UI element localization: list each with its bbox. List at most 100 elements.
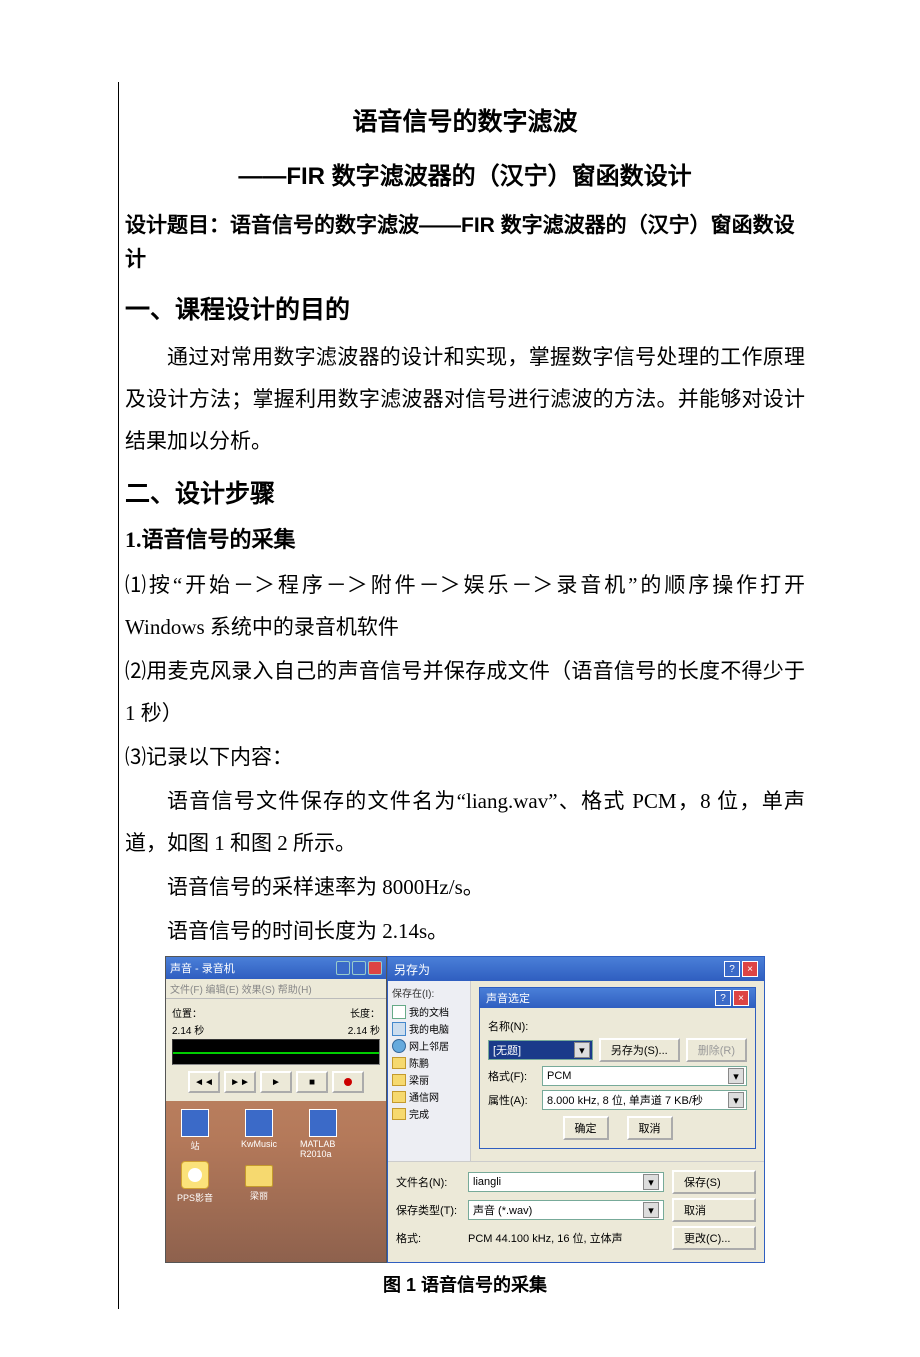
app-icon xyxy=(181,1109,209,1137)
place-label: 我的文档 xyxy=(409,1004,449,1019)
help-icon[interactable]: ? xyxy=(724,961,740,977)
attr-combo[interactable]: 8.000 kHz, 8 位, 单声道 7 KB/秒 ▾ xyxy=(542,1090,747,1110)
minimize-icon[interactable] xyxy=(336,961,350,975)
forward-button[interactable]: ►► xyxy=(224,1071,256,1093)
app-icon xyxy=(245,1109,273,1137)
recorder-window-buttons xyxy=(336,961,382,975)
place-my-computer[interactable]: 我的电脑 xyxy=(392,1021,466,1036)
sound-cancel-button[interactable]: 取消 xyxy=(627,1116,673,1140)
filetype-combo[interactable]: 声音 (*.wav) ▾ xyxy=(468,1200,664,1220)
desktop-icon-kwmusic[interactable]: KwMusic xyxy=(236,1109,282,1159)
recorder-position-value: 2.14 秒 xyxy=(172,1022,204,1037)
sound-select-dialog: 声音选定 ? × 名称(N): xyxy=(479,987,756,1149)
app-icon xyxy=(309,1109,337,1137)
format-label: 格式(F): xyxy=(488,1068,536,1084)
place-label: 通信网 xyxy=(409,1089,439,1104)
sound-delete-button[interactable]: 删除(R) xyxy=(686,1038,747,1062)
place-folder-3[interactable]: 通信网 xyxy=(392,1089,466,1104)
record-button[interactable] xyxy=(332,1071,364,1093)
recorder-body: 位置： 长度： 2.14 秒 2.14 秒 ◄◄ ►► ► ■ xyxy=(166,999,386,1101)
save-as-title-text: 另存为 xyxy=(394,961,430,978)
change-button[interactable]: 更改(C)... xyxy=(672,1226,756,1250)
folder-icon xyxy=(392,1074,406,1086)
save-button[interactable]: 保存(S) xyxy=(672,1170,756,1194)
save-as-main-area: 声音选定 ? × 名称(N): xyxy=(471,981,764,1161)
rewind-button[interactable]: ◄◄ xyxy=(188,1071,220,1093)
place-folder-4[interactable]: 完成 xyxy=(392,1106,466,1121)
maximize-icon[interactable] xyxy=(352,961,366,975)
folder-icon xyxy=(392,1108,406,1120)
section2-heading: 二、设计步骤 xyxy=(125,474,805,510)
format-value: PCM xyxy=(547,1070,571,1082)
save-as-dialog: 另存为 ? × 保存在(I): 我的文档 我的电脑 网上邻居 陈鹏 梁丽 通信网 xyxy=(387,956,765,1263)
desktop-icon-matlab[interactable]: MATLAB R2010a xyxy=(300,1109,346,1159)
figure-1-screenshot: 声音 - 录音机 文件(F) 编辑(E) 效果(S) 帮助(H) 位置： 长度： xyxy=(165,956,765,1263)
step-3: ⑶记录以下内容： xyxy=(125,736,805,778)
recorder-title-text: 声音 - 录音机 xyxy=(170,960,235,976)
save-as-bottom: 文件名(N): liangli ▾ 保存(S) 保存类型(T): 声音 (*.w… xyxy=(388,1161,764,1262)
folder-icon xyxy=(392,1091,406,1103)
format-row-label: 格式: xyxy=(396,1230,460,1246)
sound-select-titlebar: 声音选定 ? × xyxy=(480,988,755,1008)
icon-label: KwMusic xyxy=(241,1139,277,1149)
chevron-down-icon: ▾ xyxy=(728,1068,744,1084)
figure-1-caption: 图 1 语音信号的采集 xyxy=(125,1271,805,1297)
waveform-display xyxy=(172,1039,380,1065)
doc-title-line1: 语音信号的数字滤波 xyxy=(125,102,805,138)
place-folder-1[interactable]: 陈鹏 xyxy=(392,1055,466,1070)
chevron-down-icon: ▾ xyxy=(643,1202,659,1218)
record-line-3: 语音信号的时间长度为 2.14s。 xyxy=(125,910,805,952)
name-combo[interactable]: [无题] ▾ xyxy=(488,1040,593,1060)
computer-icon xyxy=(392,1022,406,1036)
name-value: [无题] xyxy=(493,1042,521,1058)
format-combo[interactable]: PCM ▾ xyxy=(542,1066,747,1086)
name-label: 名称(N): xyxy=(488,1018,536,1034)
place-label: 梁丽 xyxy=(409,1072,429,1087)
sound-select-title-text: 声音选定 xyxy=(486,990,530,1006)
close-icon[interactable]: × xyxy=(742,961,758,977)
network-icon xyxy=(392,1039,406,1053)
play-button[interactable]: ► xyxy=(260,1071,292,1093)
recorder-length-label: 长度： xyxy=(350,1005,380,1020)
cancel-button[interactable]: 取消 xyxy=(672,1198,756,1222)
format-row-value: PCM 44.100 kHz, 16 位, 立体声 xyxy=(468,1230,664,1246)
chevron-down-icon: ▾ xyxy=(728,1092,744,1108)
documents-icon xyxy=(392,1005,406,1019)
step-2: ⑵用麦克风录入自己的声音信号并保存成文件（语音信号的长度不得少于 1 秒） xyxy=(125,650,805,734)
place-label: 我的电脑 xyxy=(409,1021,449,1036)
document-page: 语音信号的数字滤波 ——FIR 数字滤波器的（汉宁）窗函数设计 设计题目：语音信… xyxy=(0,0,920,1357)
place-network[interactable]: 网上邻居 xyxy=(392,1038,466,1053)
recorder-titlebar: 声音 - 录音机 xyxy=(166,957,386,979)
sound-ok-button[interactable]: 确定 xyxy=(563,1116,609,1140)
folder-icon xyxy=(392,1057,406,1069)
icon-label: 梁丽 xyxy=(250,1189,268,1202)
icon-label: PPS影音 xyxy=(177,1191,213,1204)
desktop-panel: 声音 - 录音机 文件(F) 编辑(E) 效果(S) 帮助(H) 位置： 长度： xyxy=(165,956,387,1263)
recorder-transport-buttons: ◄◄ ►► ► ■ xyxy=(172,1071,380,1093)
filetype-label: 保存类型(T): xyxy=(396,1202,460,1218)
step-1: ⑴按“开始－＞程序－＞附件－＞娱乐－＞录音机”的顺序操作打开 Windows 系… xyxy=(125,564,805,648)
section1-text: 通过对常用数字滤波器的设计和实现，掌握数字信号处理的工作原理及设计方法；掌握利用… xyxy=(125,336,805,462)
desktop-icons-row2: PPS影音 梁丽 xyxy=(166,1161,386,1210)
filename-value: liangli xyxy=(473,1176,501,1188)
section1-heading: 一、课程设计的目的 xyxy=(125,290,805,326)
filename-label: 文件名(N): xyxy=(396,1174,460,1190)
chevron-down-icon: ▾ xyxy=(574,1042,590,1058)
filetype-value: 声音 (*.wav) xyxy=(473,1202,532,1218)
sound-saveas-button[interactable]: 另存为(S)... xyxy=(599,1038,680,1062)
icon-label: MATLAB R2010a xyxy=(300,1139,346,1159)
close-icon[interactable] xyxy=(368,961,382,975)
stop-button[interactable]: ■ xyxy=(296,1071,328,1093)
place-my-documents[interactable]: 我的文档 xyxy=(392,1004,466,1019)
place-folder-2[interactable]: 梁丽 xyxy=(392,1072,466,1087)
desktop-icon-folder[interactable]: 梁丽 xyxy=(236,1161,282,1204)
folder-icon xyxy=(245,1165,273,1187)
filename-field[interactable]: liangli ▾ xyxy=(468,1172,664,1192)
desktop-icon-pps[interactable]: PPS影音 xyxy=(172,1161,218,1204)
place-label: 完成 xyxy=(409,1106,429,1121)
close-icon[interactable]: × xyxy=(733,990,749,1006)
help-icon[interactable]: ? xyxy=(715,990,731,1006)
recorder-menubar[interactable]: 文件(F) 编辑(E) 效果(S) 帮助(H) xyxy=(166,979,386,999)
desktop-icon-station[interactable]: 站 xyxy=(172,1109,218,1159)
section2-sub1: 1.语音信号的采集 xyxy=(125,522,805,554)
